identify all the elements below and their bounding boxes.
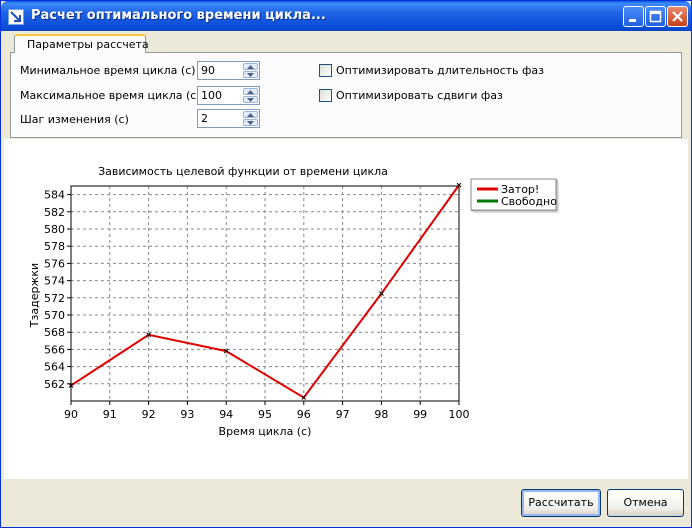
y-tick-label: 580 bbox=[44, 223, 65, 236]
y-tick-label: 576 bbox=[44, 257, 65, 270]
x-axis-label: Время цикла (с) bbox=[219, 425, 312, 438]
step-label: Шаг изменения (с) bbox=[20, 113, 129, 126]
arrow-down-right-icon bbox=[8, 9, 24, 25]
x-tick-label: 93 bbox=[180, 408, 194, 421]
calculate-button[interactable]: Рассчитать bbox=[521, 489, 601, 517]
x-tick-label: 91 bbox=[103, 408, 117, 421]
x-tick-label: 92 bbox=[142, 408, 156, 421]
chart-title: Зависимость целевой функции от времени ц… bbox=[98, 165, 388, 178]
cancel-button[interactable]: Отмена bbox=[607, 489, 684, 517]
close-button[interactable] bbox=[667, 6, 688, 27]
chart-legend: Затор!Свободно bbox=[470, 178, 559, 213]
y-tick-label: 570 bbox=[44, 309, 65, 322]
dialog-body: Параметры рассчета Минимальное время цик… bbox=[4, 31, 688, 525]
title-bar[interactable]: Расчет оптимального времени цикла... bbox=[1, 1, 691, 31]
minimize-button[interactable] bbox=[623, 6, 644, 27]
maximize-button[interactable] bbox=[645, 6, 666, 27]
x-tick-label: 95 bbox=[258, 408, 272, 421]
max-cycle-spinner[interactable]: 100 bbox=[197, 86, 260, 105]
step-value: 2 bbox=[201, 112, 208, 125]
spin-down-icon[interactable] bbox=[243, 119, 258, 126]
parameters-panel: Минимальное время цикла (с) 90 Максималь… bbox=[10, 52, 682, 138]
spin-down-icon[interactable] bbox=[243, 71, 258, 78]
y-tick-label: 584 bbox=[44, 189, 65, 202]
min-cycle-label: Минимальное время цикла (с) bbox=[20, 64, 196, 77]
spin-up-icon[interactable] bbox=[243, 88, 258, 95]
optimize-phase-shifts-label[interactable]: Оптимизировать сдвиги фаз bbox=[336, 89, 503, 102]
x-tick-label: 100 bbox=[449, 408, 470, 421]
x-tick-label: 94 bbox=[219, 408, 233, 421]
legend-label: Свободно bbox=[501, 195, 557, 208]
window-title: Расчет оптимального времени цикла... bbox=[31, 8, 326, 23]
y-tick-label: 568 bbox=[44, 326, 65, 339]
optimize-phase-duration-label[interactable]: Оптимизировать длительность фаз bbox=[336, 64, 544, 77]
optimize-phase-shifts-checkbox[interactable] bbox=[319, 89, 332, 102]
close-icon bbox=[672, 11, 683, 22]
y-tick-label: 574 bbox=[44, 275, 65, 288]
y-axis-label: Тзадержки bbox=[28, 263, 41, 328]
delay-chart: Зависимость целевой функции от времени ц… bbox=[28, 165, 559, 438]
x-tick-label: 96 bbox=[297, 408, 311, 421]
spin-up-icon[interactable] bbox=[243, 63, 258, 70]
chart-area: Зависимость целевой функции от времени ц… bbox=[4, 139, 688, 479]
optimize-phase-duration-checkbox[interactable] bbox=[319, 64, 332, 77]
x-tick-label: 98 bbox=[374, 408, 388, 421]
maximize-icon bbox=[649, 10, 662, 23]
y-tick-label: 582 bbox=[44, 206, 65, 219]
y-tick-label: 562 bbox=[44, 378, 65, 391]
dialog-window: Расчет оптимального времени цикла... Пар… bbox=[0, 0, 692, 528]
x-tick-label: 90 bbox=[64, 408, 78, 421]
minimize-icon bbox=[629, 19, 636, 22]
max-cycle-value: 100 bbox=[201, 89, 222, 102]
y-tick-label: 566 bbox=[44, 343, 65, 356]
spin-up-icon[interactable] bbox=[243, 111, 258, 118]
step-spinner[interactable]: 2 bbox=[197, 109, 260, 128]
max-cycle-label: Максимальное время цикла (с) bbox=[20, 89, 201, 102]
spin-down-icon[interactable] bbox=[243, 96, 258, 103]
min-cycle-spinner[interactable]: 90 bbox=[197, 61, 260, 80]
tab-parameters[interactable]: Параметры рассчета bbox=[14, 34, 149, 53]
x-tick-label: 99 bbox=[413, 408, 427, 421]
y-tick-label: 578 bbox=[44, 240, 65, 253]
x-tick-label: 97 bbox=[336, 408, 350, 421]
y-tick-label: 564 bbox=[44, 361, 65, 374]
y-tick-label: 572 bbox=[44, 292, 65, 305]
min-cycle-value: 90 bbox=[201, 64, 215, 77]
